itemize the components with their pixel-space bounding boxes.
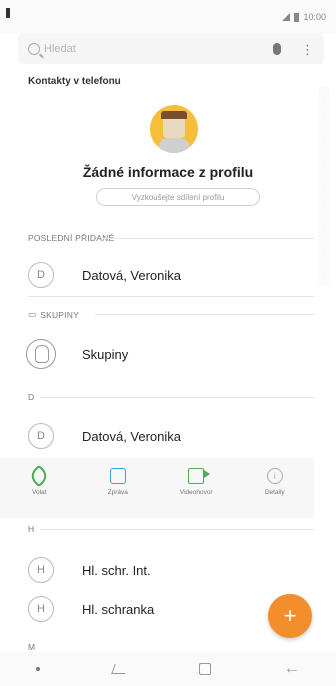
groups-label: Skupiny: [82, 346, 129, 362]
section-title: Kontakty v telefonu: [28, 76, 121, 87]
contact-row[interactable]: H Hl. schranka: [0, 589, 314, 629]
contact-row[interactable]: D Datová, Veronika: [0, 416, 314, 456]
recent-apps-icon[interactable]: [110, 664, 129, 674]
status-indicator-icon: [6, 8, 10, 18]
contact-name: Datová, Veronika: [82, 267, 182, 283]
signal-icon: [282, 13, 291, 21]
profile-avatar[interactable]: [150, 105, 198, 153]
contact-avatar: D: [28, 423, 54, 449]
microphone-icon[interactable]: [273, 43, 281, 55]
contact-name: Hl. schranka: [82, 601, 155, 617]
navigation-bar: ←: [0, 652, 336, 686]
nav-dot-icon[interactable]: [36, 667, 41, 671]
groups-row[interactable]: Skupiny: [0, 334, 314, 374]
groups-header: ▭ SKUPINY: [28, 309, 79, 320]
contact-name: Datová, Veronika: [82, 428, 182, 444]
share-profile-button[interactable]: Vyzkoušejte sdílení profilu: [96, 188, 260, 206]
add-contact-button[interactable]: +: [268, 594, 312, 638]
letter-header-m: M: [28, 642, 36, 652]
call-action[interactable]: Volat: [0, 458, 79, 518]
contact-avatar: H: [28, 596, 54, 622]
search-input[interactable]: Hledat: [44, 43, 273, 55]
details-action[interactable]: i Detaily: [236, 458, 315, 518]
video-call-icon: [188, 468, 211, 484]
search-icon: [28, 43, 40, 55]
groups-header-label: SKUPINY: [40, 309, 79, 320]
phone-icon: [27, 464, 51, 488]
message-icon: [109, 468, 126, 484]
group-small-icon: ▭: [28, 309, 37, 319]
letter-header-h: H: [28, 524, 35, 534]
message-action[interactable]: Zpráva: [79, 458, 158, 518]
call-label: Volat: [32, 489, 47, 496]
video-call-label: Videohovor: [179, 489, 213, 496]
divider: [102, 238, 314, 239]
details-label: Detaily: [264, 489, 285, 496]
info-icon: i: [266, 468, 283, 484]
home-icon[interactable]: [199, 663, 212, 675]
back-icon[interactable]: ←: [284, 660, 300, 678]
contact-row[interactable]: H Hl. schr. Int.: [0, 550, 314, 590]
alphabet-index-scrollbar[interactable]: · · · · · · · · ·: [318, 86, 330, 286]
message-label: Zpráva: [107, 489, 128, 496]
divider: [28, 296, 314, 297]
status-time: 10:00: [303, 12, 326, 22]
divider: [40, 397, 314, 398]
divider: [40, 529, 314, 530]
contact-name: Hl. schr. Int.: [82, 562, 151, 578]
search-bar[interactable]: Hledat ⋮: [18, 34, 324, 64]
group-icon: [26, 339, 56, 369]
contact-avatar: H: [28, 557, 54, 583]
status-icons: 10:00: [282, 12, 326, 22]
contact-avatar: D: [28, 262, 54, 288]
profile-title[interactable]: Žádné informace z profilu: [0, 164, 336, 180]
more-options-icon[interactable]: ⋮: [301, 43, 314, 56]
battery-icon: [294, 12, 300, 22]
video-call-action[interactable]: Videohovor: [157, 458, 236, 518]
contact-row[interactable]: D Datová, Veronika: [0, 255, 314, 295]
divider: [95, 314, 314, 315]
contact-actions: Volat Zpráva Videohovor i Detaily: [0, 458, 314, 518]
letter-header-d: D: [28, 392, 35, 402]
status-bar: 10:00: [0, 0, 336, 34]
